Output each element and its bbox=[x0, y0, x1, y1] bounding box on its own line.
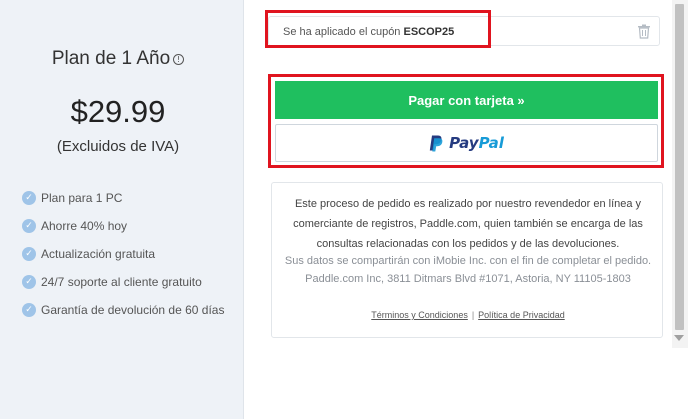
paypal-word-pal: Pal bbox=[478, 134, 504, 152]
paypal-wordmark: PayPal bbox=[449, 134, 504, 152]
check-icon: ✓ bbox=[22, 247, 36, 261]
paypal-button[interactable]: PayPal bbox=[275, 124, 658, 162]
feature-label: Plan para 1 PC bbox=[41, 191, 123, 205]
check-icon: ✓ bbox=[22, 275, 36, 289]
feature-item: ✓ Actualización gratuita bbox=[22, 240, 224, 268]
feature-item: ✓ Garantía de devolución de 60 días bbox=[22, 296, 224, 324]
reseller-info-box: Este proceso de pedido es realizado por … bbox=[271, 182, 663, 338]
feature-label: Actualización gratuita bbox=[41, 247, 156, 261]
feature-item: ✓ 24/7 soporte al cliente gratuito bbox=[22, 268, 224, 296]
feature-item: ✓ Plan para 1 PC bbox=[22, 184, 224, 212]
coupon-highlight-frame bbox=[265, 10, 491, 48]
paypal-word-pay: Pay bbox=[449, 134, 479, 152]
info-icon[interactable]: ! bbox=[173, 54, 185, 65]
pay-with-card-button[interactable]: Pagar con tarjeta » bbox=[275, 81, 658, 119]
privacy-link[interactable]: Política de Privacidad bbox=[478, 310, 565, 320]
paypal-logo-icon bbox=[429, 135, 443, 151]
vat-note: (Excluidos de IVA) bbox=[56, 138, 180, 155]
legal-links: Términos y Condiciones | Política de Priva… bbox=[272, 310, 664, 320]
plan-title-text: Plan de 1 Año bbox=[51, 48, 171, 69]
plan-price: $29.99 bbox=[70, 94, 166, 129]
check-icon: ✓ bbox=[22, 191, 36, 205]
check-icon: ✓ bbox=[22, 303, 36, 317]
trash-icon[interactable] bbox=[637, 24, 651, 39]
plan-title: Plan de 1 Año! bbox=[0, 48, 236, 70]
feature-label: Ahorre 40% hoy bbox=[41, 219, 128, 233]
scroll-down-arrow-icon[interactable] bbox=[674, 335, 684, 341]
feature-list: ✓ Plan para 1 PC ✓ Ahorre 40% hoy ✓ Actuali… bbox=[22, 184, 224, 324]
terms-link[interactable]: Términos y Condiciones bbox=[371, 310, 468, 320]
data-sharing-notice: Sus datos se compartirán con iMobie Inc.… bbox=[284, 255, 652, 285]
check-icon: ✓ bbox=[22, 219, 36, 233]
feature-item: ✓ Ahorre 40% hoy bbox=[22, 212, 224, 240]
scrollbar-thumb[interactable] bbox=[675, 4, 684, 330]
feature-label: 24/7 soporte al cliente gratuito bbox=[41, 275, 202, 289]
feature-label: Garantía de devolución de 60 días bbox=[41, 303, 225, 317]
reseller-notice: Este proceso de pedido es realizado por … bbox=[293, 198, 643, 250]
link-separator: | bbox=[471, 310, 475, 320]
plan-panel: Plan de 1 Año! $29.99 (Excluidos de IVA)… bbox=[0, 0, 244, 419]
